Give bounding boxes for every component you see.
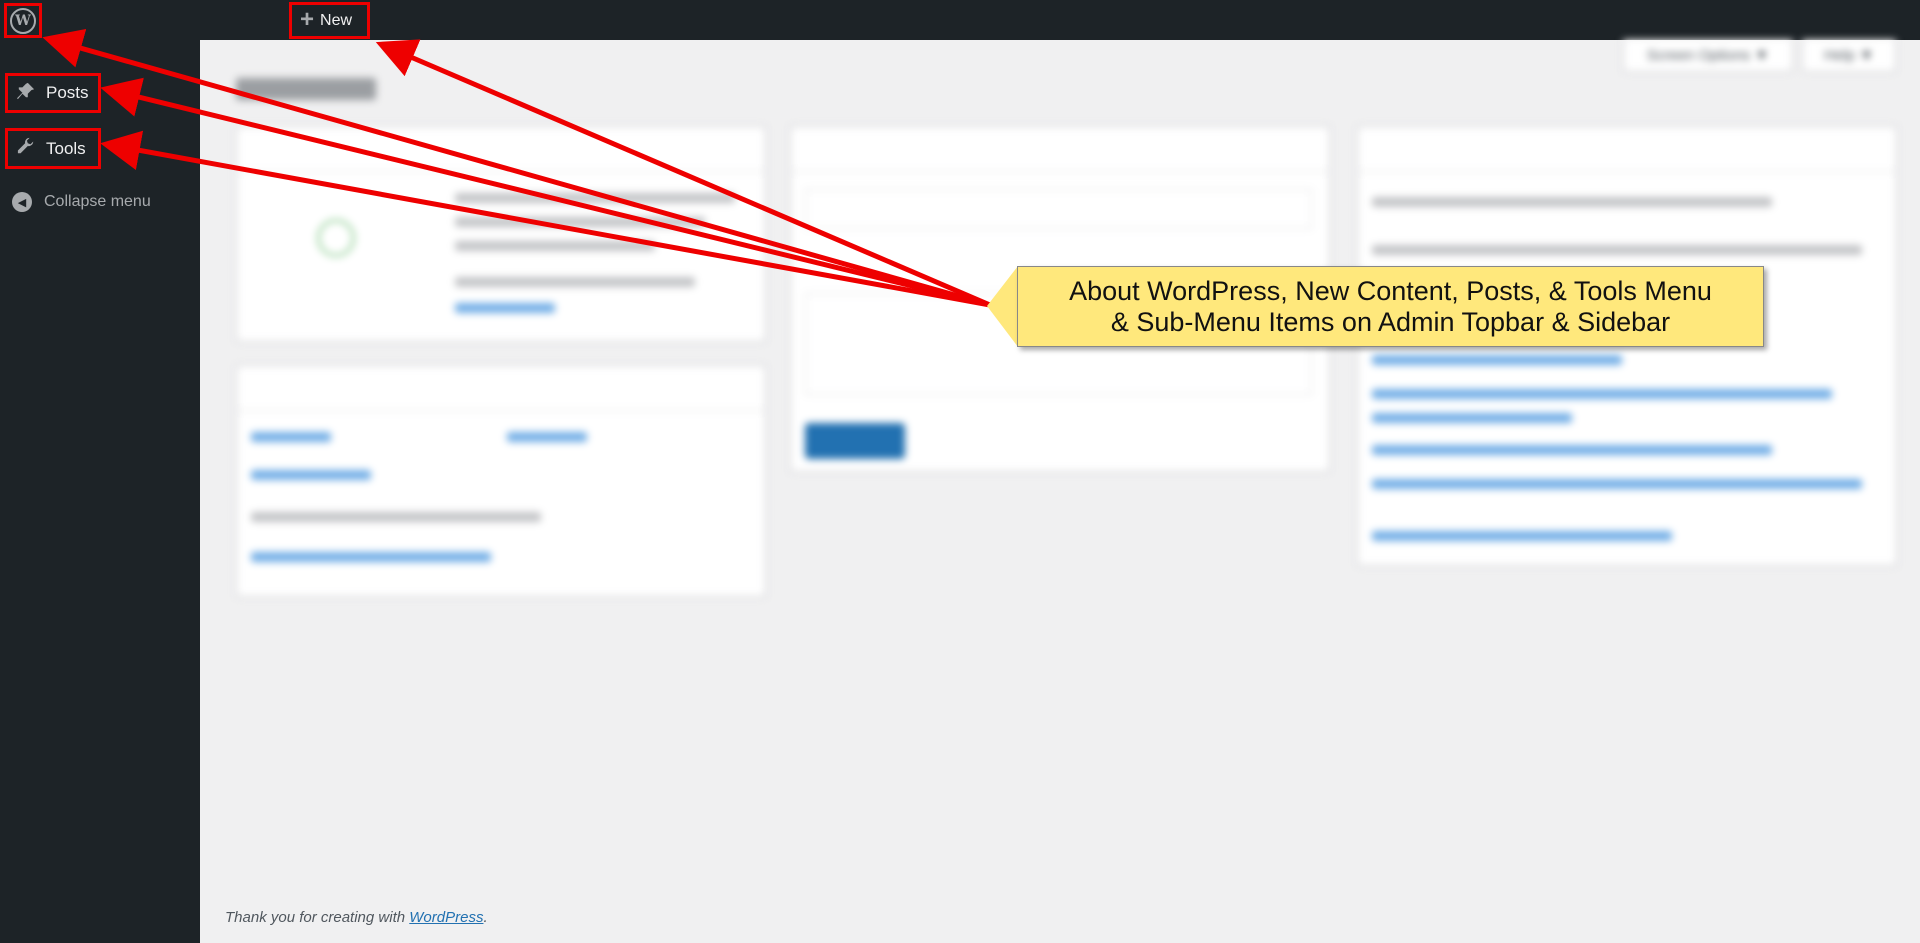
sidebar-item-posts[interactable]: Posts [5, 73, 101, 113]
plus-icon: + [300, 5, 315, 33]
sidebar-item-label: Posts [46, 83, 89, 102]
dashboard-content: Screen Options ▼ Help ▼ [200, 40, 1920, 943]
footer-wordpress-link[interactable]: WordPress [409, 909, 483, 926]
callout-line-2: & Sub-Menu Items on Admin Topbar & Sideb… [1110, 306, 1671, 337]
footer-credit: Thank you for creating with WordPress. [225, 909, 488, 926]
site-health-panel [236, 126, 766, 342]
admin-topbar: W + New [0, 0, 1920, 40]
sidebar-item-tools[interactable]: Tools [5, 128, 101, 169]
sidebar-item-label: Tools [46, 138, 86, 158]
annotation-callout: About WordPress, New Content, Posts, & T… [1017, 266, 1764, 347]
help-tab[interactable]: Help ▼ [1802, 40, 1896, 72]
pushpin-icon [16, 82, 36, 105]
wordpress-logo-button[interactable]: W [4, 3, 42, 38]
screen-options-tab[interactable]: Screen Options ▼ [1623, 40, 1793, 72]
new-content-button[interactable]: + New [289, 2, 370, 39]
wrench-icon [16, 137, 36, 160]
collapse-arrow-icon: ◀ [12, 192, 32, 212]
callout-line-1: About WordPress, New Content, Posts, & T… [1069, 276, 1712, 307]
site-status-panel [236, 365, 766, 597]
collapse-menu-label: Collapse menu [44, 193, 151, 210]
blurred-dashboard: Screen Options ▼ Help ▼ [200, 40, 1920, 943]
wordpress-logo-icon: W [10, 7, 36, 34]
admin-sidebar: Posts Tools ◀ Collapse menu [0, 40, 200, 943]
collapse-menu-button[interactable]: ◀ Collapse menu [12, 192, 151, 212]
new-content-label: New [320, 11, 353, 29]
callout-pointer [987, 266, 1018, 347]
page-title [236, 78, 376, 100]
